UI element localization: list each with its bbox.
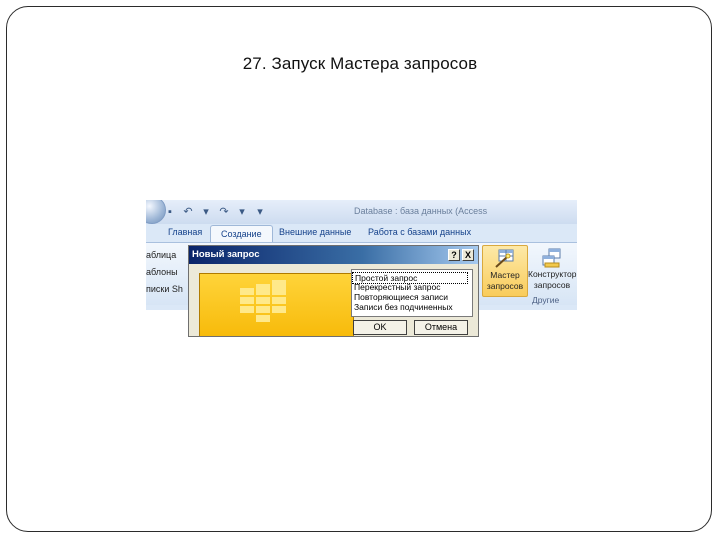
close-icon[interactable]: X	[462, 249, 474, 261]
other-group-label: Другие	[532, 295, 560, 305]
table-button[interactable]: аблица	[146, 250, 176, 260]
query-wizard-label-1: Мастер	[490, 270, 520, 280]
list-item[interactable]: Записи без подчиненных	[354, 302, 453, 312]
sharepoint-lists-button[interactable]: писки Sh	[146, 284, 183, 294]
dialog-title: Новый запрос	[192, 249, 260, 260]
dialog-titlebar: Новый запрос ? X	[189, 246, 478, 264]
query-designer-icon	[541, 248, 563, 268]
query-designer-button[interactable]: Конструктор запросов	[528, 245, 576, 295]
ribbon-tabs: Главная Создание Внешние данные Работа с…	[146, 224, 577, 243]
tab-create[interactable]: Создание	[210, 225, 273, 243]
query-wizard-button[interactable]: Мастер запросов	[482, 245, 528, 297]
undo-icon[interactable]: ↶	[182, 206, 194, 218]
undo-arrow-icon[interactable]: ▾	[200, 206, 212, 218]
window-titlebar: ▪ ↶ ▾ ↷ ▾ ▾ Database : база данных (Acce…	[146, 200, 577, 224]
list-item[interactable]: Повторяющиеся записи	[354, 292, 448, 302]
redo-icon[interactable]: ↷	[218, 206, 230, 218]
query-wizard-label-2: запросов	[486, 281, 524, 291]
office-button[interactable]	[146, 200, 166, 224]
table-templates-button[interactable]: аблоны	[146, 267, 178, 277]
window-title: Database : база данных (Access	[354, 206, 488, 216]
list-item[interactable]: Перекрестный запрос	[354, 282, 440, 292]
query-designer-label-2: запросов	[533, 280, 571, 290]
query-type-list[interactable]: Простой запрос Перекрестный запрос Повто…	[351, 269, 473, 317]
save-icon[interactable]: ▪	[164, 206, 176, 218]
quick-access-toolbar: ▪ ↶ ▾ ↷ ▾ ▾	[164, 205, 266, 219]
cancel-button[interactable]: Отмена	[414, 320, 468, 335]
ok-button[interactable]: OK	[353, 320, 407, 335]
tab-database-tools[interactable]: Работа с базами данных	[368, 227, 471, 237]
tab-external-data[interactable]: Внешние данные	[279, 227, 351, 237]
query-wizard-icon	[494, 249, 516, 269]
slide-title: 27. Запуск Мастера запросов	[242, 54, 478, 73]
query-designer-label-1: Конструктор	[528, 269, 577, 279]
customize-qat-icon[interactable]: ▾	[254, 206, 266, 218]
help-icon[interactable]: ?	[448, 249, 460, 261]
redo-arrow-icon[interactable]: ▾	[236, 206, 248, 218]
new-query-dialog: Новый запрос ? X Простой запрос Перекрес…	[188, 245, 479, 337]
tab-home[interactable]: Главная	[168, 227, 202, 237]
query-preview-image	[199, 273, 354, 336]
